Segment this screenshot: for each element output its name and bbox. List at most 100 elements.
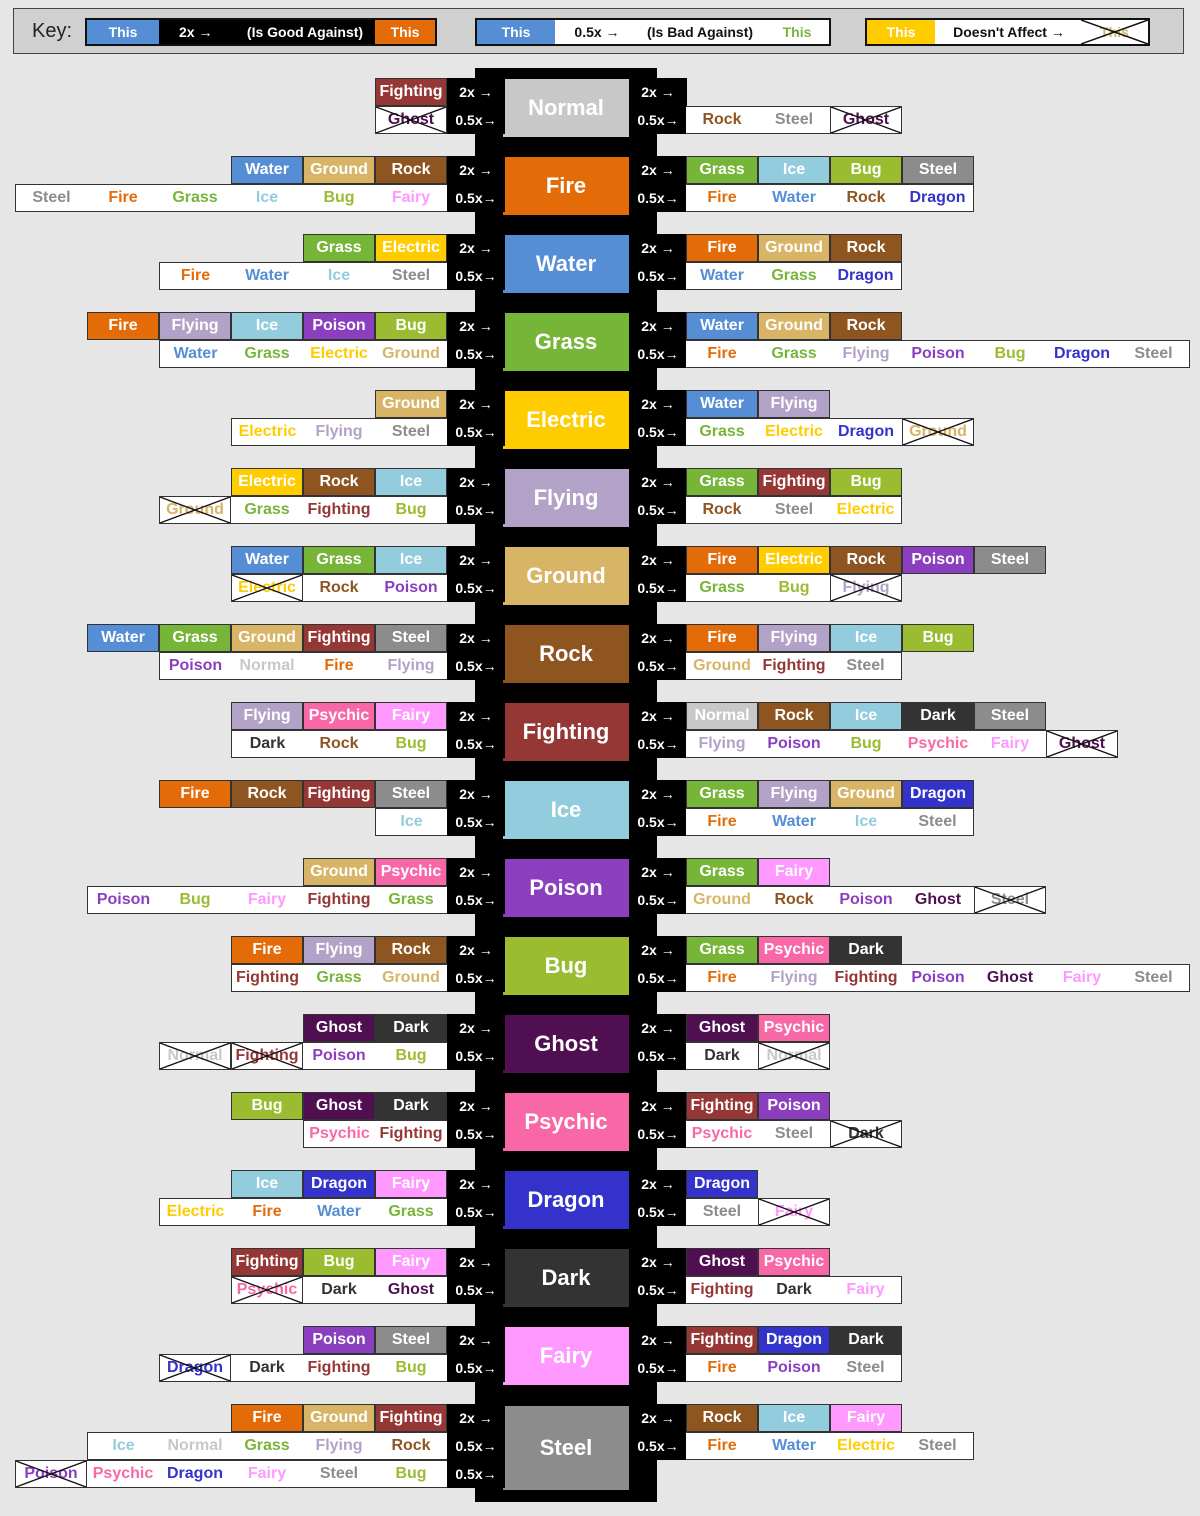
attack-half-label: 0.5x→	[629, 1120, 687, 1148]
type-cell-poison: Poison	[902, 546, 974, 574]
defense-half-label: 0.5x→	[447, 1120, 505, 1148]
type-cell-rock: Rock	[303, 468, 375, 496]
type-cell-label: Dark	[321, 1281, 357, 1298]
attack-half-label: 0.5x→	[629, 574, 687, 602]
type-cell-label: Fighting	[307, 1359, 371, 1376]
attack-2x-label: 2x →	[629, 234, 687, 262]
type-cell-fire: Fire	[686, 964, 758, 992]
type-cell-label: Dragon	[1054, 345, 1110, 362]
type-cell-water: Water	[231, 156, 303, 184]
type-cell-label: Psychic	[907, 735, 969, 752]
type-cell-poison: Poison	[758, 1092, 830, 1120]
attack-2x-label: 2x →	[629, 702, 687, 730]
type-cell-label: Fighting	[307, 501, 371, 518]
type-cell-label: Fire	[707, 1437, 737, 1454]
type-cell-label: Fighting	[307, 891, 371, 908]
type-cell-label: Water	[772, 1437, 816, 1454]
type-cell-label: Ghost	[698, 1253, 746, 1270]
type-cell-steel: Steel	[303, 1460, 375, 1488]
type-cell-fire: Fire	[686, 808, 758, 836]
type-cell-poison: Poison	[87, 886, 159, 914]
type-cell-label: Fire	[252, 941, 282, 958]
type-cell-electric: Electric	[231, 418, 303, 446]
type-cell-rock: Rock	[303, 730, 375, 758]
type-cell-label: Rock	[319, 735, 359, 752]
type-cell-label: Steel	[846, 657, 885, 674]
type-effectiveness-chart: Normal2x →2x →0.5x→0.5x→RockSteelGhostFi…	[0, 0, 1200, 1516]
type-cell-steel: Steel	[830, 1354, 902, 1382]
type-cell-label: Fighting	[379, 1125, 443, 1142]
type-cell-fairy: Fairy	[375, 1170, 447, 1198]
type-cell-fairy: Fairy	[830, 1404, 902, 1432]
attack-half-label: 0.5x→	[629, 652, 687, 680]
type-cell-ice: Ice	[375, 808, 447, 836]
type-cell-label: Ghost	[698, 1019, 746, 1036]
type-cell-ghost: Ghost	[303, 1092, 375, 1120]
type-cell-fighting: Fighting	[758, 468, 830, 496]
type-cell-steel: Steel	[902, 156, 974, 184]
type-cell-dark: Dark	[902, 702, 974, 730]
type-cell-flying: Flying	[758, 780, 830, 808]
type-cell-flying: Flying	[303, 936, 375, 964]
type-cell-dragon: Dragon	[1046, 340, 1118, 368]
type-cell-dark: Dark	[830, 1120, 902, 1148]
type-cell-ice: Ice	[375, 546, 447, 574]
type-cell-rock: Rock	[686, 496, 758, 524]
type-cell-label: Fire	[707, 813, 737, 830]
type-cell-fire: Fire	[87, 184, 159, 212]
type-cell-fighting: Fighting	[375, 1120, 447, 1148]
type-cell-label: Fire	[707, 345, 737, 362]
type-cell-label: Grass	[316, 239, 362, 256]
type-cell-poison: Poison	[375, 574, 447, 602]
defense-2x-label: 2x →	[447, 1326, 505, 1354]
type-cell-steel: Steel	[974, 886, 1046, 914]
type-cell-dark: Dark	[686, 1042, 758, 1070]
type-cell-grass: Grass	[303, 964, 375, 992]
attack-half-label: 0.5x→	[629, 340, 687, 368]
type-cell-flying: Flying	[758, 390, 830, 418]
type-cell-label: Fairy	[391, 189, 431, 206]
type-cell-fairy: Fairy	[375, 702, 447, 730]
defense-2x-label: 2x →	[447, 624, 505, 652]
cross-icon	[16, 1461, 86, 1487]
type-cell-fairy: Fairy	[758, 1198, 830, 1226]
defense-2x-label: 2x →	[447, 1404, 505, 1432]
type-title-grass: Grass	[503, 313, 629, 371]
type-cell-label: Grass	[699, 161, 745, 178]
defense-half-label: 0.5x→	[447, 184, 505, 212]
type-cell-label: Fighting	[379, 83, 443, 100]
type-cell-label: Bug	[395, 1047, 427, 1064]
type-cell-label: Dark	[920, 707, 956, 724]
type-cell-poison: Poison	[159, 652, 231, 680]
defense-2x-label: 2x →	[447, 234, 505, 262]
type-cell-label: Steel	[918, 1437, 957, 1454]
type-cell-grass: Grass	[231, 496, 303, 524]
type-cell-fairy: Fairy	[1046, 964, 1118, 992]
type-cell-label: Rock	[702, 111, 742, 128]
defense-half-label: 0.5x→	[447, 262, 505, 290]
type-cell-label: Poison	[168, 657, 223, 674]
type-cell-label: Water	[700, 317, 744, 334]
type-cell-steel: Steel	[902, 1432, 974, 1460]
attack-2x-label: 2x →	[629, 78, 687, 106]
type-cell-label: Normal	[167, 1437, 223, 1454]
type-cell-label: Bug	[850, 473, 882, 490]
type-cell-label: Fire	[707, 551, 737, 568]
type-cell-label: Rock	[774, 891, 814, 908]
type-cell-label: Fire	[707, 629, 737, 646]
type-cell-ice: Ice	[830, 808, 902, 836]
type-cell-rock: Rock	[830, 546, 902, 574]
type-cell-steel: Steel	[375, 262, 447, 290]
type-cell-ghost: Ghost	[375, 106, 447, 134]
defense-half-label: 0.5x→	[447, 964, 505, 992]
type-cell-label: Poison	[767, 1097, 821, 1114]
type-cell-label: Rock	[247, 785, 287, 802]
type-cell-flying: Flying	[303, 1432, 375, 1460]
type-cell-ice: Ice	[830, 624, 902, 652]
type-cell-label: Flying	[770, 395, 818, 412]
type-cell-fire: Fire	[231, 1198, 303, 1226]
type-cell-fire: Fire	[159, 780, 231, 808]
cross-icon	[160, 1355, 230, 1381]
attack-2x-label: 2x →	[629, 390, 687, 418]
type-cell-label: Grass	[699, 941, 745, 958]
